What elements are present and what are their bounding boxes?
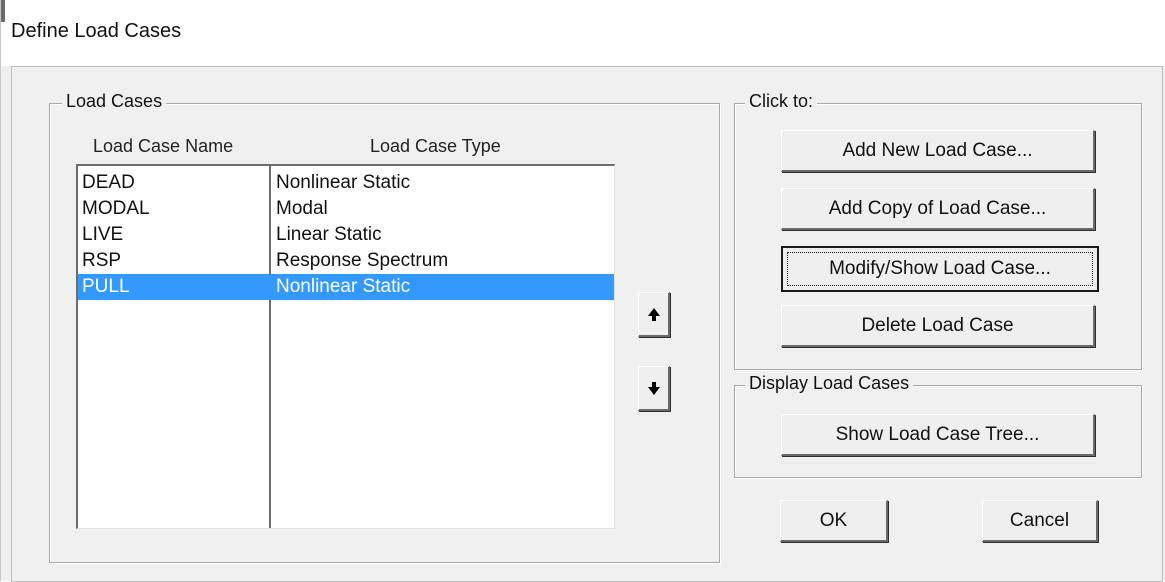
load-case-name-cell: RSP — [82, 250, 122, 271]
list-item[interactable]: PULL Nonlinear Static — [78, 274, 614, 300]
title-bar-edge — [1, 0, 5, 22]
define-load-cases-dialog: Define Load Cases Load Cases Load Case N… — [0, 0, 1165, 582]
display-load-cases-group: Display Load Cases Show Load Case Tree..… — [734, 373, 1142, 478]
load-case-name-cell: MODAL — [82, 198, 150, 219]
list-item[interactable]: DEAD Nonlinear Static — [78, 170, 614, 196]
move-up-button[interactable] — [638, 292, 670, 337]
add-new-load-case-button[interactable]: Add New Load Case... — [781, 130, 1095, 172]
load-cases-group: Load Cases Load Case Name Load Case Type… — [49, 91, 720, 563]
list-item[interactable]: LIVE Linear Static — [78, 222, 614, 248]
load-case-type-cell: Response Spectrum — [276, 250, 449, 271]
load-case-type-cell: Nonlinear Static — [276, 172, 411, 193]
load-cases-list[interactable]: DEAD Nonlinear Static MODAL Modal LIVE Linear… — [76, 164, 615, 529]
load-case-type-cell: Modal — [276, 198, 328, 219]
column-header-name: Load Case Name — [93, 136, 234, 156]
ok-button[interactable]: OK — [780, 500, 888, 542]
arrow-down-icon — [647, 381, 660, 395]
list-item[interactable]: RSP Response Spectrum — [78, 248, 614, 274]
load-case-name-cell: LIVE — [82, 224, 124, 245]
move-down-button[interactable] — [638, 366, 670, 411]
dialog-body: Load Cases Load Case Name Load Case Type… — [11, 66, 1163, 582]
display-load-cases-legend: Display Load Cases — [745, 373, 914, 394]
modify-show-load-case-button[interactable]: Modify/Show Load Case... — [781, 246, 1099, 292]
add-copy-load-case-button[interactable]: Add Copy of Load Case... — [781, 188, 1095, 230]
show-load-case-tree-button[interactable]: Show Load Case Tree... — [781, 414, 1095, 456]
dialog-title: Define Load Cases — [11, 20, 182, 42]
click-to-legend: Click to: — [745, 91, 818, 112]
title-bar[interactable]: Define Load Cases — [1, 0, 1165, 66]
arrow-up-icon — [647, 307, 660, 321]
focus-ring — [787, 252, 1093, 286]
load-case-name-cell: PULL — [82, 276, 130, 297]
load-cases-legend: Load Cases — [62, 91, 167, 112]
list-item[interactable]: MODAL Modal — [78, 196, 614, 222]
cancel-button[interactable]: Cancel — [982, 500, 1098, 542]
column-header-type: Load Case Type — [370, 136, 501, 156]
delete-load-case-button[interactable]: Delete Load Case — [781, 305, 1095, 347]
click-to-group: Click to: Add New Load Case... Add Copy … — [734, 91, 1142, 370]
load-case-type-cell: Linear Static — [276, 224, 382, 245]
load-case-name-cell: DEAD — [82, 172, 135, 193]
load-case-type-cell: Nonlinear Static — [276, 276, 411, 297]
